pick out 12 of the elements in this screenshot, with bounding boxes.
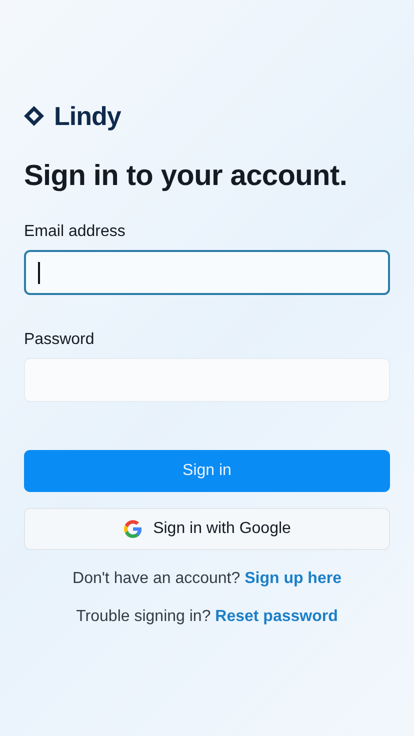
prompt-text: Don't have an account? Sign up here bbox=[72, 570, 342, 588]
sign-in-button[interactable]: Sign in bbox=[24, 450, 390, 492]
page-heading: Sign in to your account. bbox=[24, 160, 348, 193]
field-label: Email address bbox=[24, 223, 126, 241]
field-label: Password bbox=[24, 331, 96, 349]
text-link[interactable]: Sign up here bbox=[244, 570, 342, 587]
text-link[interactable]: Reset password bbox=[215, 608, 338, 625]
input-field[interactable] bbox=[24, 250, 390, 295]
google-g-icon bbox=[123, 519, 144, 539]
google-sign-in-button[interactable]: Sign in with Google bbox=[24, 508, 390, 550]
logo-text: Lindy bbox=[54, 100, 121, 132]
prompt-text: Trouble signing in? Reset password bbox=[75, 608, 339, 626]
